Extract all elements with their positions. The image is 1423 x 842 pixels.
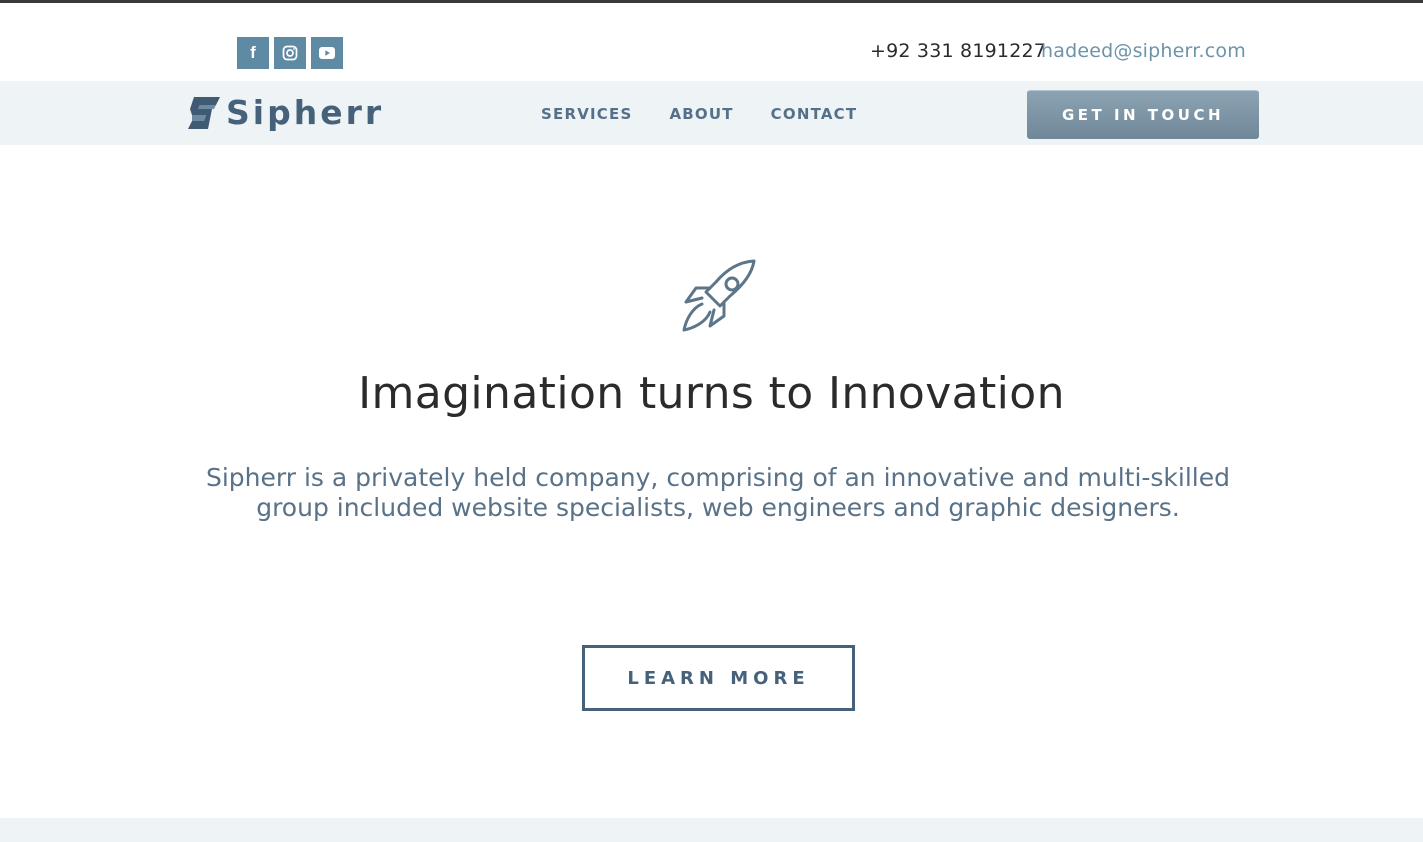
facebook-icon[interactable]: f xyxy=(237,37,269,69)
hero-headline: Imagination turns to Innovation xyxy=(358,368,1065,419)
social-links: f xyxy=(237,37,343,69)
email-link[interactable]: hadeed@sipherr.com xyxy=(1041,40,1246,62)
instagram-glyph xyxy=(282,45,298,61)
nav-contact[interactable]: CONTACT xyxy=(771,105,858,123)
facebook-glyph: f xyxy=(250,43,256,62)
main-nav: Sipherr SERVICES ABOUT CONTACT GET IN TO… xyxy=(0,81,1423,145)
nav-links: SERVICES ABOUT CONTACT xyxy=(541,105,857,123)
rocket-icon xyxy=(682,259,756,332)
phone-number[interactable]: +92 331 8191227 xyxy=(870,40,1046,62)
instagram-icon[interactable] xyxy=(274,37,306,69)
top-bar: f +92 331 8191227 hadeed@sipherr.com xyxy=(0,3,1423,81)
learn-more-button[interactable]: LEARN MORE xyxy=(582,645,855,711)
hero-description: Sipherr is a privately held company, com… xyxy=(205,463,1230,522)
youtube-icon[interactable] xyxy=(311,37,343,69)
site-logo[interactable]: Sipherr xyxy=(186,93,384,133)
logo-mark-icon xyxy=(188,97,220,129)
youtube-glyph xyxy=(319,47,335,59)
footer-strip xyxy=(0,818,1423,842)
get-in-touch-button[interactable]: GET IN TOUCH xyxy=(1027,90,1259,139)
nav-about[interactable]: ABOUT xyxy=(669,105,733,123)
nav-services[interactable]: SERVICES xyxy=(541,105,632,123)
logo-text: Sipherr xyxy=(226,93,385,132)
